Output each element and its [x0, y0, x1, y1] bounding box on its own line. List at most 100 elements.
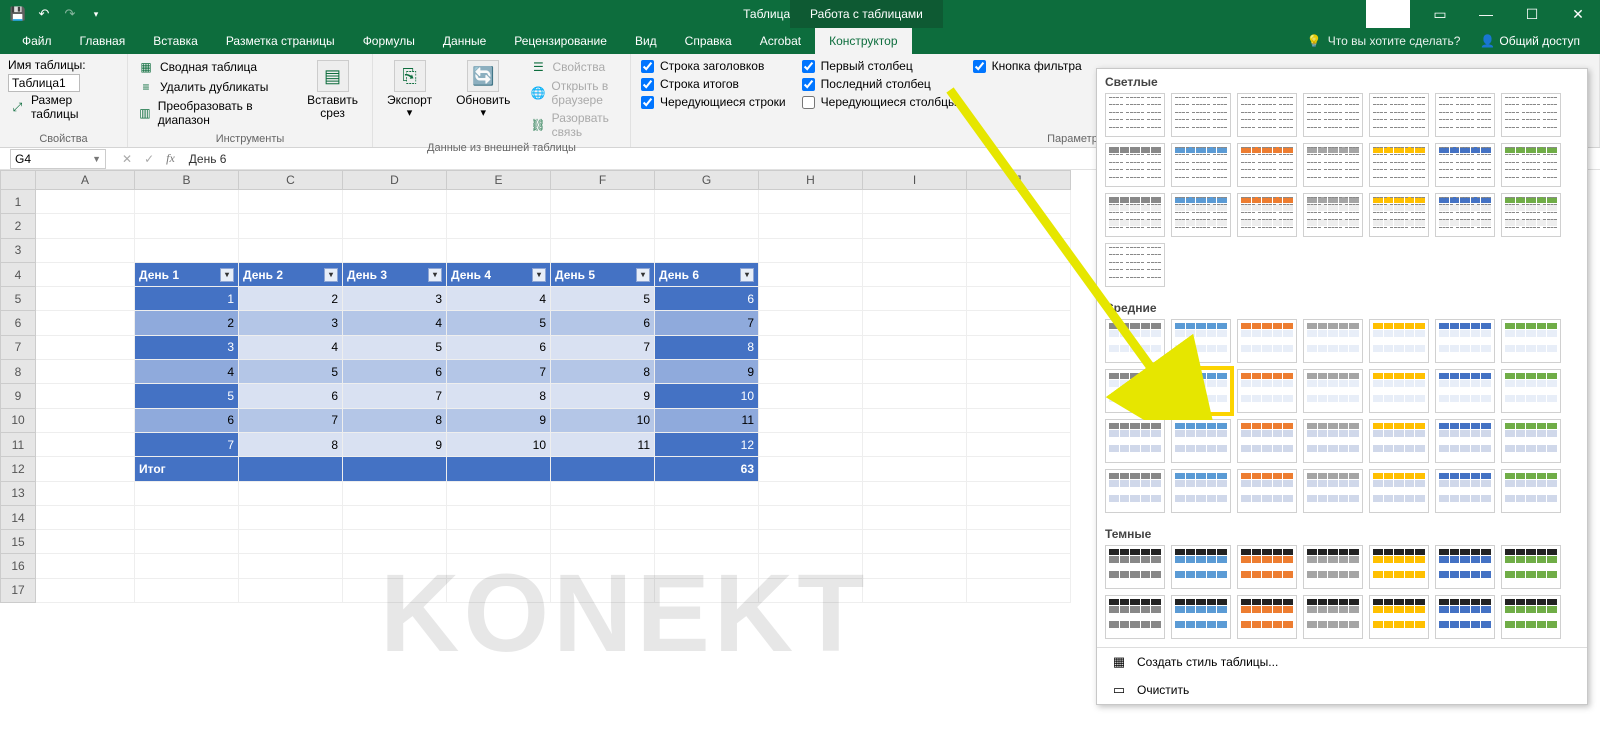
cell[interactable]: [759, 433, 863, 457]
cell[interactable]: [759, 239, 863, 263]
row-header[interactable]: 9: [0, 384, 36, 408]
cell[interactable]: 5: [551, 287, 655, 311]
table-style-thumb[interactable]: [1171, 93, 1231, 137]
table-style-thumb[interactable]: [1435, 93, 1495, 137]
table-style-thumb[interactable]: [1435, 545, 1495, 589]
cell[interactable]: [447, 214, 551, 238]
table-style-thumb[interactable]: [1369, 545, 1429, 589]
cell[interactable]: 9: [447, 409, 551, 433]
cell[interactable]: [447, 190, 551, 214]
table-style-thumb[interactable]: [1237, 469, 1297, 513]
cell[interactable]: [863, 360, 967, 384]
cell[interactable]: [863, 214, 967, 238]
display-options-icon[interactable]: ▭: [1418, 0, 1462, 28]
cell[interactable]: [36, 311, 135, 335]
row-header[interactable]: 11: [0, 433, 36, 457]
cell[interactable]: 63: [655, 457, 759, 481]
cell[interactable]: 8: [551, 360, 655, 384]
cell[interactable]: [863, 263, 967, 287]
cell[interactable]: [759, 554, 863, 578]
table-style-thumb[interactable]: [1105, 93, 1165, 137]
cell[interactable]: [759, 530, 863, 554]
cell[interactable]: 5: [239, 360, 343, 384]
cell[interactable]: [239, 579, 343, 603]
cell[interactable]: 10: [551, 409, 655, 433]
minimize-icon[interactable]: —: [1464, 0, 1508, 28]
cell[interactable]: 6: [343, 360, 447, 384]
cell[interactable]: 7: [551, 336, 655, 360]
row-header[interactable]: 13: [0, 482, 36, 506]
cell[interactable]: [36, 506, 135, 530]
row-header[interactable]: 1: [0, 190, 36, 214]
cell[interactable]: [239, 239, 343, 263]
cell[interactable]: [655, 506, 759, 530]
cell[interactable]: [36, 384, 135, 408]
cell[interactable]: [36, 554, 135, 578]
cell[interactable]: [863, 239, 967, 263]
cell[interactable]: [863, 457, 967, 481]
maximize-icon[interactable]: ☐: [1510, 0, 1554, 28]
cell[interactable]: 5: [343, 336, 447, 360]
cell[interactable]: 6: [655, 287, 759, 311]
tab-review[interactable]: Рецензирование: [500, 28, 621, 54]
tab-insert[interactable]: Вставка: [139, 28, 212, 54]
cell[interactable]: [343, 457, 447, 481]
cell[interactable]: [447, 530, 551, 554]
row-header[interactable]: 8: [0, 360, 36, 384]
row-header[interactable]: 4: [0, 263, 36, 287]
column-header[interactable]: I: [863, 170, 967, 190]
cell[interactable]: [36, 287, 135, 311]
cell[interactable]: 12: [655, 433, 759, 457]
cell[interactable]: [759, 409, 863, 433]
table-style-thumb[interactable]: [1303, 545, 1363, 589]
cell[interactable]: [343, 530, 447, 554]
table-style-thumb[interactable]: [1501, 319, 1561, 363]
cell[interactable]: 3: [135, 336, 239, 360]
row-header[interactable]: 2: [0, 214, 36, 238]
cell[interactable]: [967, 287, 1071, 311]
column-header[interactable]: A: [36, 170, 135, 190]
cell[interactable]: [759, 384, 863, 408]
cell[interactable]: [759, 579, 863, 603]
pivot-button[interactable]: ▦Сводная таблица: [136, 58, 289, 76]
cell[interactable]: 1: [135, 287, 239, 311]
table-style-thumb[interactable]: [1237, 595, 1297, 639]
cell[interactable]: [863, 384, 967, 408]
tab-home[interactable]: Главная: [66, 28, 140, 54]
cell[interactable]: День 5▾: [551, 263, 655, 287]
column-header[interactable]: J: [967, 170, 1071, 190]
table-style-thumb[interactable]: [1369, 469, 1429, 513]
cell[interactable]: [239, 190, 343, 214]
row-header[interactable]: 12: [0, 457, 36, 481]
cell[interactable]: 9: [551, 384, 655, 408]
chk-last-col[interactable]: Последний столбец: [800, 76, 959, 92]
cell[interactable]: [655, 214, 759, 238]
cell[interactable]: День 4▾: [447, 263, 551, 287]
cell[interactable]: [759, 360, 863, 384]
table-style-thumb[interactable]: [1501, 193, 1561, 237]
cell[interactable]: [447, 482, 551, 506]
cell[interactable]: [967, 506, 1071, 530]
cell[interactable]: [967, 360, 1071, 384]
table-style-thumb[interactable]: [1303, 469, 1363, 513]
cell[interactable]: [967, 554, 1071, 578]
cell[interactable]: [551, 482, 655, 506]
column-header[interactable]: D: [343, 170, 447, 190]
cell[interactable]: 7: [239, 409, 343, 433]
row-header[interactable]: 5: [0, 287, 36, 311]
cell[interactable]: [36, 457, 135, 481]
table-style-thumb[interactable]: [1501, 419, 1561, 463]
chk-first-col[interactable]: Первый столбец: [800, 58, 959, 74]
table-style-thumb[interactable]: [1171, 319, 1231, 363]
cell[interactable]: [863, 482, 967, 506]
table-style-thumb[interactable]: [1435, 595, 1495, 639]
table-style-thumb[interactable]: [1303, 595, 1363, 639]
cell[interactable]: 4: [447, 287, 551, 311]
tell-me-search[interactable]: 💡Что вы хотите сделать?: [1307, 34, 1461, 48]
cell[interactable]: 8: [655, 336, 759, 360]
cell[interactable]: [36, 409, 135, 433]
cell[interactable]: [343, 482, 447, 506]
table-style-thumb[interactable]: [1303, 93, 1363, 137]
table-style-thumb[interactable]: [1171, 193, 1231, 237]
cell[interactable]: [239, 530, 343, 554]
